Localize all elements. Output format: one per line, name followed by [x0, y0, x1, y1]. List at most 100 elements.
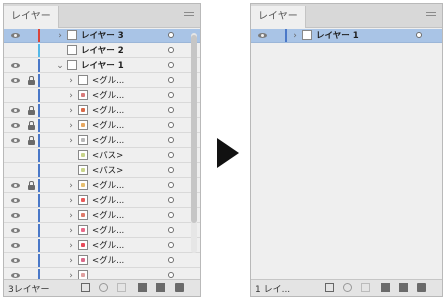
chevron-down-icon[interactable]: ⌄ — [56, 60, 64, 72]
layer-color-bar — [38, 149, 40, 162]
layer-row[interactable]: › レイヤー 1 — [251, 29, 442, 43]
target-circle-icon[interactable] — [168, 167, 174, 173]
layer-name: <グル... — [92, 106, 125, 116]
visibility-eye-icon[interactable] — [11, 108, 20, 113]
chevron-right-icon[interactable]: › — [56, 30, 64, 42]
target-circle-icon[interactable] — [168, 227, 174, 233]
export-icon[interactable] — [325, 283, 334, 292]
scrollbar-thumb[interactable] — [191, 35, 197, 223]
layer-row[interactable]: › <グル... — [4, 239, 200, 253]
panel-menu-icon[interactable] — [184, 12, 194, 19]
chevron-right-icon[interactable]: › — [67, 225, 75, 237]
search-icon[interactable] — [343, 283, 352, 292]
chevron-right-icon[interactable]: › — [67, 90, 75, 102]
target-circle-icon[interactable] — [168, 182, 174, 188]
layer-row[interactable]: ⌄ レイヤー 1 — [4, 59, 200, 73]
visibility-eye-icon[interactable] — [11, 123, 20, 128]
target-circle-icon[interactable] — [168, 62, 174, 68]
visibility-eye-icon[interactable] — [11, 228, 20, 233]
layer-row[interactable]: › <グル... — [4, 179, 200, 193]
visibility-eye-icon[interactable] — [11, 183, 20, 188]
layer-thumbnail — [78, 75, 88, 85]
lock-icon[interactable] — [28, 106, 35, 115]
chevron-right-icon[interactable]: › — [67, 255, 75, 267]
chevron-right-icon[interactable]: › — [67, 195, 75, 207]
visibility-eye-icon[interactable] — [11, 63, 20, 68]
visibility-eye-icon[interactable] — [11, 198, 20, 203]
layer-color-bar — [38, 29, 40, 42]
lock-icon[interactable] — [28, 76, 35, 85]
target-circle-icon[interactable] — [168, 272, 174, 278]
target-circle-icon[interactable] — [168, 47, 174, 53]
chevron-right-icon[interactable]: › — [67, 120, 75, 132]
layer-row[interactable]: › — [4, 269, 200, 279]
new-layer-icon[interactable] — [399, 283, 408, 292]
chevron-right-icon[interactable]: › — [67, 105, 75, 117]
new-layer-icon[interactable] — [156, 283, 165, 292]
layer-row[interactable]: › <グル... — [4, 254, 200, 268]
layer-row[interactable]: レイヤー 2 — [4, 44, 200, 58]
layer-row[interactable]: › <グル... — [4, 134, 200, 148]
layer-name: <グル... — [92, 196, 125, 206]
visibility-eye-icon[interactable] — [11, 33, 20, 38]
layer-row[interactable]: › <グル... — [4, 194, 200, 208]
layer-name: <グル... — [92, 91, 125, 101]
layer-name: レイヤー 1 — [316, 31, 359, 41]
layer-row[interactable]: › <グル... — [4, 119, 200, 133]
visibility-eye-icon[interactable] — [11, 243, 20, 248]
target-circle-icon[interactable] — [168, 107, 174, 113]
layer-row[interactable]: › <グル... — [4, 104, 200, 118]
target-circle-icon[interactable] — [168, 152, 174, 158]
target-circle-icon[interactable] — [168, 212, 174, 218]
layer-thumbnail — [67, 60, 77, 70]
target-circle-icon[interactable] — [168, 92, 174, 98]
layer-row[interactable]: › <グル... — [4, 224, 200, 238]
layer-row[interactable]: <パス> — [4, 149, 200, 163]
lock-icon[interactable] — [28, 121, 35, 130]
lock-icon[interactable] — [28, 181, 35, 190]
chevron-right-icon[interactable]: › — [67, 180, 75, 192]
chevron-right-icon[interactable]: › — [67, 270, 75, 279]
panel-menu-icon[interactable] — [426, 12, 436, 19]
layer-color-bar — [38, 254, 40, 267]
layer-row[interactable]: › <グル... — [4, 209, 200, 223]
layers-tab[interactable]: レイヤー — [251, 6, 306, 28]
visibility-eye-icon[interactable] — [11, 138, 20, 143]
visibility-eye-icon[interactable] — [258, 33, 267, 38]
target-circle-icon[interactable] — [168, 77, 174, 83]
target-circle-icon[interactable] — [168, 257, 174, 263]
visibility-eye-icon[interactable] — [11, 273, 20, 278]
layer-row[interactable]: › <グル... — [4, 89, 200, 103]
panel-header: レイヤー — [251, 4, 442, 28]
visibility-eye-icon[interactable] — [11, 78, 20, 83]
chevron-right-icon[interactable]: › — [291, 30, 299, 42]
chevron-right-icon[interactable]: › — [67, 75, 75, 87]
layer-thumbnail — [78, 165, 88, 175]
chevron-right-icon[interactable]: › — [67, 210, 75, 222]
new-sublayer-icon[interactable] — [138, 283, 147, 292]
target-circle-icon[interactable] — [416, 32, 422, 38]
new-sublayer-icon[interactable] — [381, 283, 390, 292]
target-circle-icon[interactable] — [168, 32, 174, 38]
layers-tab[interactable]: レイヤー — [4, 6, 59, 28]
lock-icon[interactable] — [28, 136, 35, 145]
target-circle-icon[interactable] — [168, 137, 174, 143]
layer-row[interactable]: <パス> — [4, 164, 200, 178]
search-icon[interactable] — [99, 283, 108, 292]
layer-color-bar — [38, 209, 40, 222]
export-icon[interactable] — [81, 283, 90, 292]
visibility-eye-icon[interactable] — [11, 258, 20, 263]
clip-icon[interactable] — [361, 283, 370, 292]
chevron-right-icon[interactable]: › — [67, 135, 75, 147]
delete-icon[interactable] — [417, 283, 426, 292]
layer-row[interactable]: › レイヤー 3 — [4, 29, 200, 43]
target-circle-icon[interactable] — [168, 122, 174, 128]
layer-thumbnail — [78, 120, 88, 130]
clip-icon[interactable] — [117, 283, 126, 292]
chevron-right-icon[interactable]: › — [67, 240, 75, 252]
target-circle-icon[interactable] — [168, 242, 174, 248]
visibility-eye-icon[interactable] — [11, 213, 20, 218]
delete-icon[interactable] — [175, 283, 184, 292]
layer-row[interactable]: › <グル... — [4, 74, 200, 88]
target-circle-icon[interactable] — [168, 197, 174, 203]
